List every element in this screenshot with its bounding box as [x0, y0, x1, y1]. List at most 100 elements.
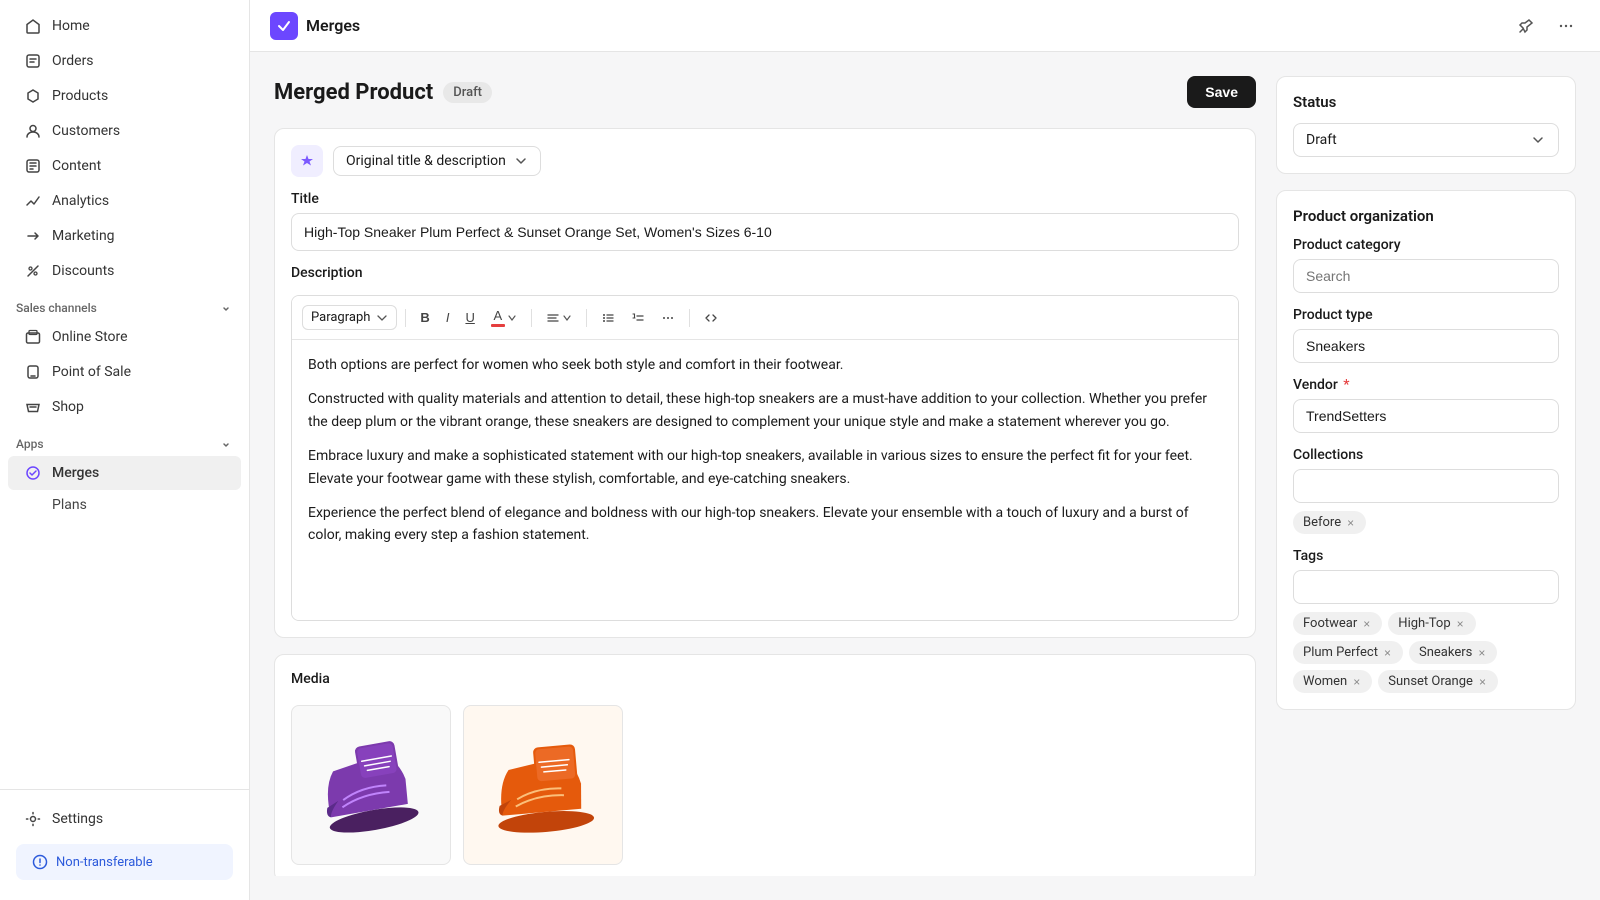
product-type-input[interactable] — [1293, 329, 1559, 363]
sidebar-item-marketing[interactable]: Marketing — [8, 219, 241, 253]
content-icon — [24, 157, 42, 175]
ai-dropdown-label: Original title & description — [346, 153, 506, 169]
italic-button[interactable]: I — [440, 306, 456, 329]
sidebar-item-online-store[interactable]: Online Store — [8, 320, 241, 354]
settings-item[interactable]: Settings — [8, 802, 241, 836]
page-header: Merged Product Draft Save — [274, 76, 1256, 108]
apps-header[interactable]: Apps — [0, 425, 249, 455]
vendor-group: Vendor * — [1293, 377, 1559, 433]
sidebar-item-analytics[interactable]: Analytics — [8, 184, 241, 218]
sidebar-item-analytics-label: Analytics — [52, 193, 109, 209]
product-category-input[interactable] — [1293, 259, 1559, 293]
collections-group: Collections Before × — [1293, 447, 1559, 534]
tag-hightop: High-Top × — [1388, 612, 1475, 635]
content-area: Merged Product Draft Save Original title… — [250, 52, 1600, 900]
title-input[interactable] — [291, 213, 1239, 251]
media-grid — [291, 693, 1239, 865]
tag-sneakers: Sneakers × — [1409, 641, 1497, 664]
tag-sunset-orange-remove[interactable]: × — [1477, 675, 1488, 689]
sidebar-item-online-store-label: Online Store — [52, 329, 128, 345]
tag-women: Women × — [1293, 670, 1372, 693]
rich-text-editor: Paragraph B I U A — [291, 295, 1239, 621]
description-field-group: Description Paragraph B I U — [291, 265, 1239, 621]
sidebar-item-merges-label: Merges — [52, 465, 99, 481]
save-button[interactable]: Save — [1187, 76, 1256, 108]
tag-plum-perfect: Plum Perfect × — [1293, 641, 1403, 664]
vendor-input[interactable] — [1293, 399, 1559, 433]
description-label: Description — [291, 265, 1239, 281]
editor-body[interactable]: Both options are perfect for women who s… — [292, 340, 1238, 620]
color-button[interactable]: A — [485, 304, 523, 331]
products-icon — [24, 87, 42, 105]
vendor-required-dot: * — [1340, 377, 1350, 393]
toolbar-separator-1 — [405, 309, 406, 327]
page-title: Merged Product — [274, 80, 433, 105]
ai-icon — [291, 145, 323, 177]
pin-button[interactable] — [1512, 12, 1540, 40]
align-button[interactable] — [540, 307, 578, 329]
tags-input[interactable] — [1293, 570, 1559, 604]
topbar: Merges — [250, 0, 1600, 52]
product-org-card: Product organization Product category Pr… — [1276, 190, 1576, 710]
sales-channels-header[interactable]: Sales channels — [0, 289, 249, 319]
settings-label: Settings — [52, 811, 103, 827]
sidebar-item-marketing-label: Marketing — [52, 228, 115, 244]
more-button[interactable] — [1552, 12, 1580, 40]
ai-dropdown[interactable]: Original title & description — [333, 146, 541, 176]
sidebar-item-merges[interactable]: Merges — [8, 456, 241, 490]
code-button[interactable] — [698, 307, 724, 329]
shop-icon — [24, 398, 42, 416]
sidebar-item-discounts[interactable]: Discounts — [8, 254, 241, 288]
tag-footwear-remove[interactable]: × — [1361, 617, 1372, 631]
underline-button[interactable]: U — [459, 306, 480, 329]
bold-button[interactable]: B — [414, 306, 435, 329]
unordered-list-button[interactable] — [595, 307, 621, 329]
description-para-3: Embrace luxury and make a sophisticated … — [308, 445, 1222, 490]
media-label: Media — [291, 671, 1239, 687]
marketing-icon — [24, 227, 42, 245]
tag-hightop-remove[interactable]: × — [1455, 617, 1466, 631]
sidebar-item-pos[interactable]: Point of Sale — [8, 355, 241, 389]
status-select[interactable]: Draft — [1293, 123, 1559, 157]
sidebar-item-plans[interactable]: Plans — [8, 491, 241, 519]
toolbar-separator-2 — [531, 309, 532, 327]
sidebar-item-products[interactable]: Products — [8, 79, 241, 113]
sidebar-item-shop-label: Shop — [52, 399, 84, 415]
left-column: Merged Product Draft Save Original title… — [274, 76, 1256, 876]
paragraph-select[interactable]: Paragraph — [302, 305, 397, 330]
collections-label: Collections — [1293, 447, 1559, 463]
media-thumb-orange[interactable] — [463, 705, 623, 865]
media-card: Media — [274, 654, 1256, 876]
toolbar-separator-4 — [689, 309, 690, 327]
tag-plum-perfect-remove[interactable]: × — [1382, 646, 1393, 660]
sidebar-item-plans-label: Plans — [52, 497, 87, 513]
sidebar-item-content-label: Content — [52, 158, 101, 174]
vendor-label: Vendor * — [1293, 377, 1559, 393]
tag-women-remove[interactable]: × — [1351, 675, 1362, 689]
tag-sneakers-remove[interactable]: × — [1476, 646, 1487, 660]
sidebar-item-shop[interactable]: Shop — [8, 390, 241, 424]
sidebar-nav: Home Orders Products Customers Content — [0, 0, 249, 789]
product-category-group: Product category — [1293, 237, 1559, 293]
title-field-group: Title — [291, 191, 1239, 251]
more-format-button[interactable] — [655, 307, 681, 329]
collection-tag-before-remove[interactable]: × — [1345, 516, 1356, 530]
ordered-list-button[interactable] — [625, 307, 651, 329]
non-transferable-label: Non-transferable — [56, 855, 153, 870]
sidebar-item-content[interactable]: Content — [8, 149, 241, 183]
non-transferable-badge: Non-transferable — [16, 844, 233, 880]
merges-icon — [24, 464, 42, 482]
collections-input[interactable] — [1293, 469, 1559, 503]
sidebar-item-home[interactable]: Home — [8, 9, 241, 43]
sidebar-item-orders[interactable]: Orders — [8, 44, 241, 78]
settings-icon — [24, 810, 42, 828]
main-area: Merges Merged Product Draft Save — [250, 0, 1600, 900]
status-section-title: Status — [1293, 93, 1559, 111]
analytics-icon — [24, 192, 42, 210]
media-thumb-plum[interactable] — [291, 705, 451, 865]
sidebar-item-products-label: Products — [52, 88, 108, 104]
sidebar-item-customers[interactable]: Customers — [8, 114, 241, 148]
app-icon — [270, 12, 298, 40]
plum-sneaker-image — [306, 730, 436, 840]
collections-tags: Before × — [1293, 511, 1559, 534]
